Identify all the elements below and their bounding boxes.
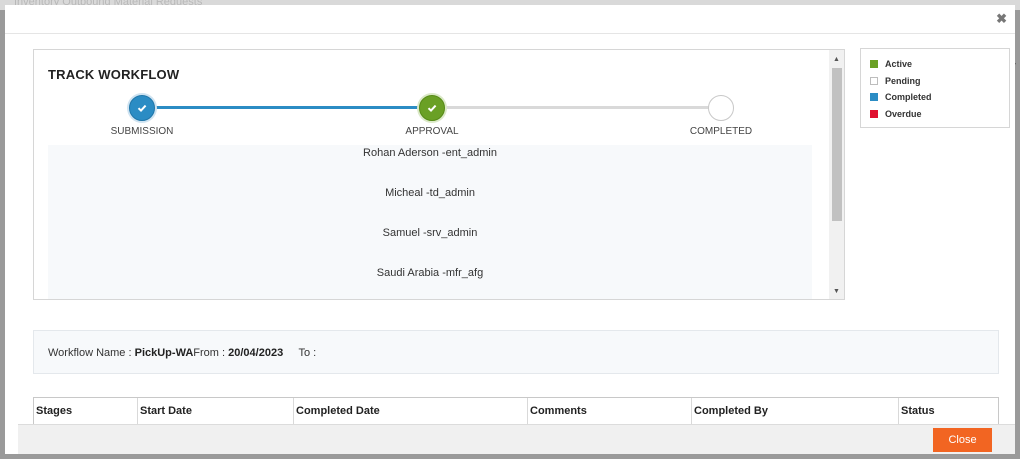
legend-label: Overdue bbox=[885, 109, 922, 119]
legend-swatch-overdue bbox=[870, 110, 878, 118]
from-date-value: 20/04/2023 bbox=[228, 347, 284, 359]
approver-item: Saudi Arabia -mfr_afg bbox=[376, 267, 484, 279]
step-label-submission: SUBMISSION bbox=[110, 126, 174, 137]
from-label: From : bbox=[193, 347, 226, 359]
approver-item: Samuel -srv_admin bbox=[382, 227, 478, 239]
progress-line-pending bbox=[432, 106, 720, 109]
modal-footer: Close bbox=[18, 424, 1015, 454]
to-label: To : bbox=[298, 347, 317, 359]
approver-item: Rohan Aderson -ent_admin bbox=[363, 147, 497, 159]
workflow-info-bar: Workflow Name : PickUp-WAFrom : 20/04/20… bbox=[33, 330, 999, 374]
step-approval-check-icon bbox=[419, 95, 445, 121]
column-header-comments: Comments bbox=[527, 398, 691, 425]
legend-item-completed: Completed bbox=[870, 92, 932, 102]
track-workflow-panel: TRACK WORKFLOW SUBMISSION APPROVAL COMPL… bbox=[33, 49, 845, 300]
status-legend: Active Pending Completed Overdue bbox=[860, 48, 1010, 128]
scrollbar-thumb[interactable] bbox=[832, 68, 842, 221]
legend-label: Completed bbox=[885, 92, 932, 102]
progress-line-completed bbox=[142, 106, 432, 109]
step-submission-check-icon bbox=[129, 95, 155, 121]
approver-item: Micheal -td_admin bbox=[385, 187, 475, 199]
scroll-up-icon[interactable]: ▲ bbox=[829, 52, 844, 66]
column-header-start-date: Start Date bbox=[137, 398, 293, 425]
step-label-completed: COMPLETED bbox=[689, 126, 753, 137]
legend-item-overdue: Overdue bbox=[870, 109, 922, 119]
close-icon[interactable]: ✖ bbox=[996, 11, 1007, 27]
legend-swatch-active bbox=[870, 60, 878, 68]
column-header-status: Status bbox=[898, 398, 998, 425]
stages-table-header: Stages Start Date Completed Date Comment… bbox=[33, 397, 999, 425]
step-label-approval: APPROVAL bbox=[405, 126, 459, 137]
vertical-scrollbar[interactable]: ▲ ▼ bbox=[829, 50, 844, 299]
column-header-completed-date: Completed Date bbox=[293, 398, 527, 425]
column-header-stages: Stages bbox=[36, 405, 73, 417]
legend-item-active: Active bbox=[870, 59, 912, 69]
approver-list: Rohan Aderson -ent_admin Micheal -td_adm… bbox=[48, 145, 812, 299]
workflow-modal: ✖ TRACK WORKFLOW SUBMISSION APPROVAL COM… bbox=[5, 5, 1015, 454]
legend-label: Pending bbox=[885, 76, 921, 86]
legend-swatch-completed bbox=[870, 93, 878, 101]
scroll-down-icon[interactable]: ▼ bbox=[829, 284, 844, 298]
workflow-info-text: Workflow Name : PickUp-WAFrom : 20/04/20… bbox=[48, 347, 316, 359]
column-header-completed-by: Completed By bbox=[691, 398, 898, 425]
workflow-name-label: Workflow Name : bbox=[48, 347, 132, 359]
legend-item-pending: Pending bbox=[870, 76, 921, 86]
close-button[interactable]: Close bbox=[933, 428, 992, 452]
workflow-name-value: PickUp-WA bbox=[134, 347, 194, 359]
step-completed-circle-icon bbox=[708, 95, 734, 121]
modal-header: ✖ bbox=[5, 5, 1015, 34]
track-workflow-title: TRACK WORKFLOW bbox=[48, 67, 180, 82]
legend-swatch-pending bbox=[870, 77, 878, 85]
legend-label: Active bbox=[885, 59, 913, 69]
